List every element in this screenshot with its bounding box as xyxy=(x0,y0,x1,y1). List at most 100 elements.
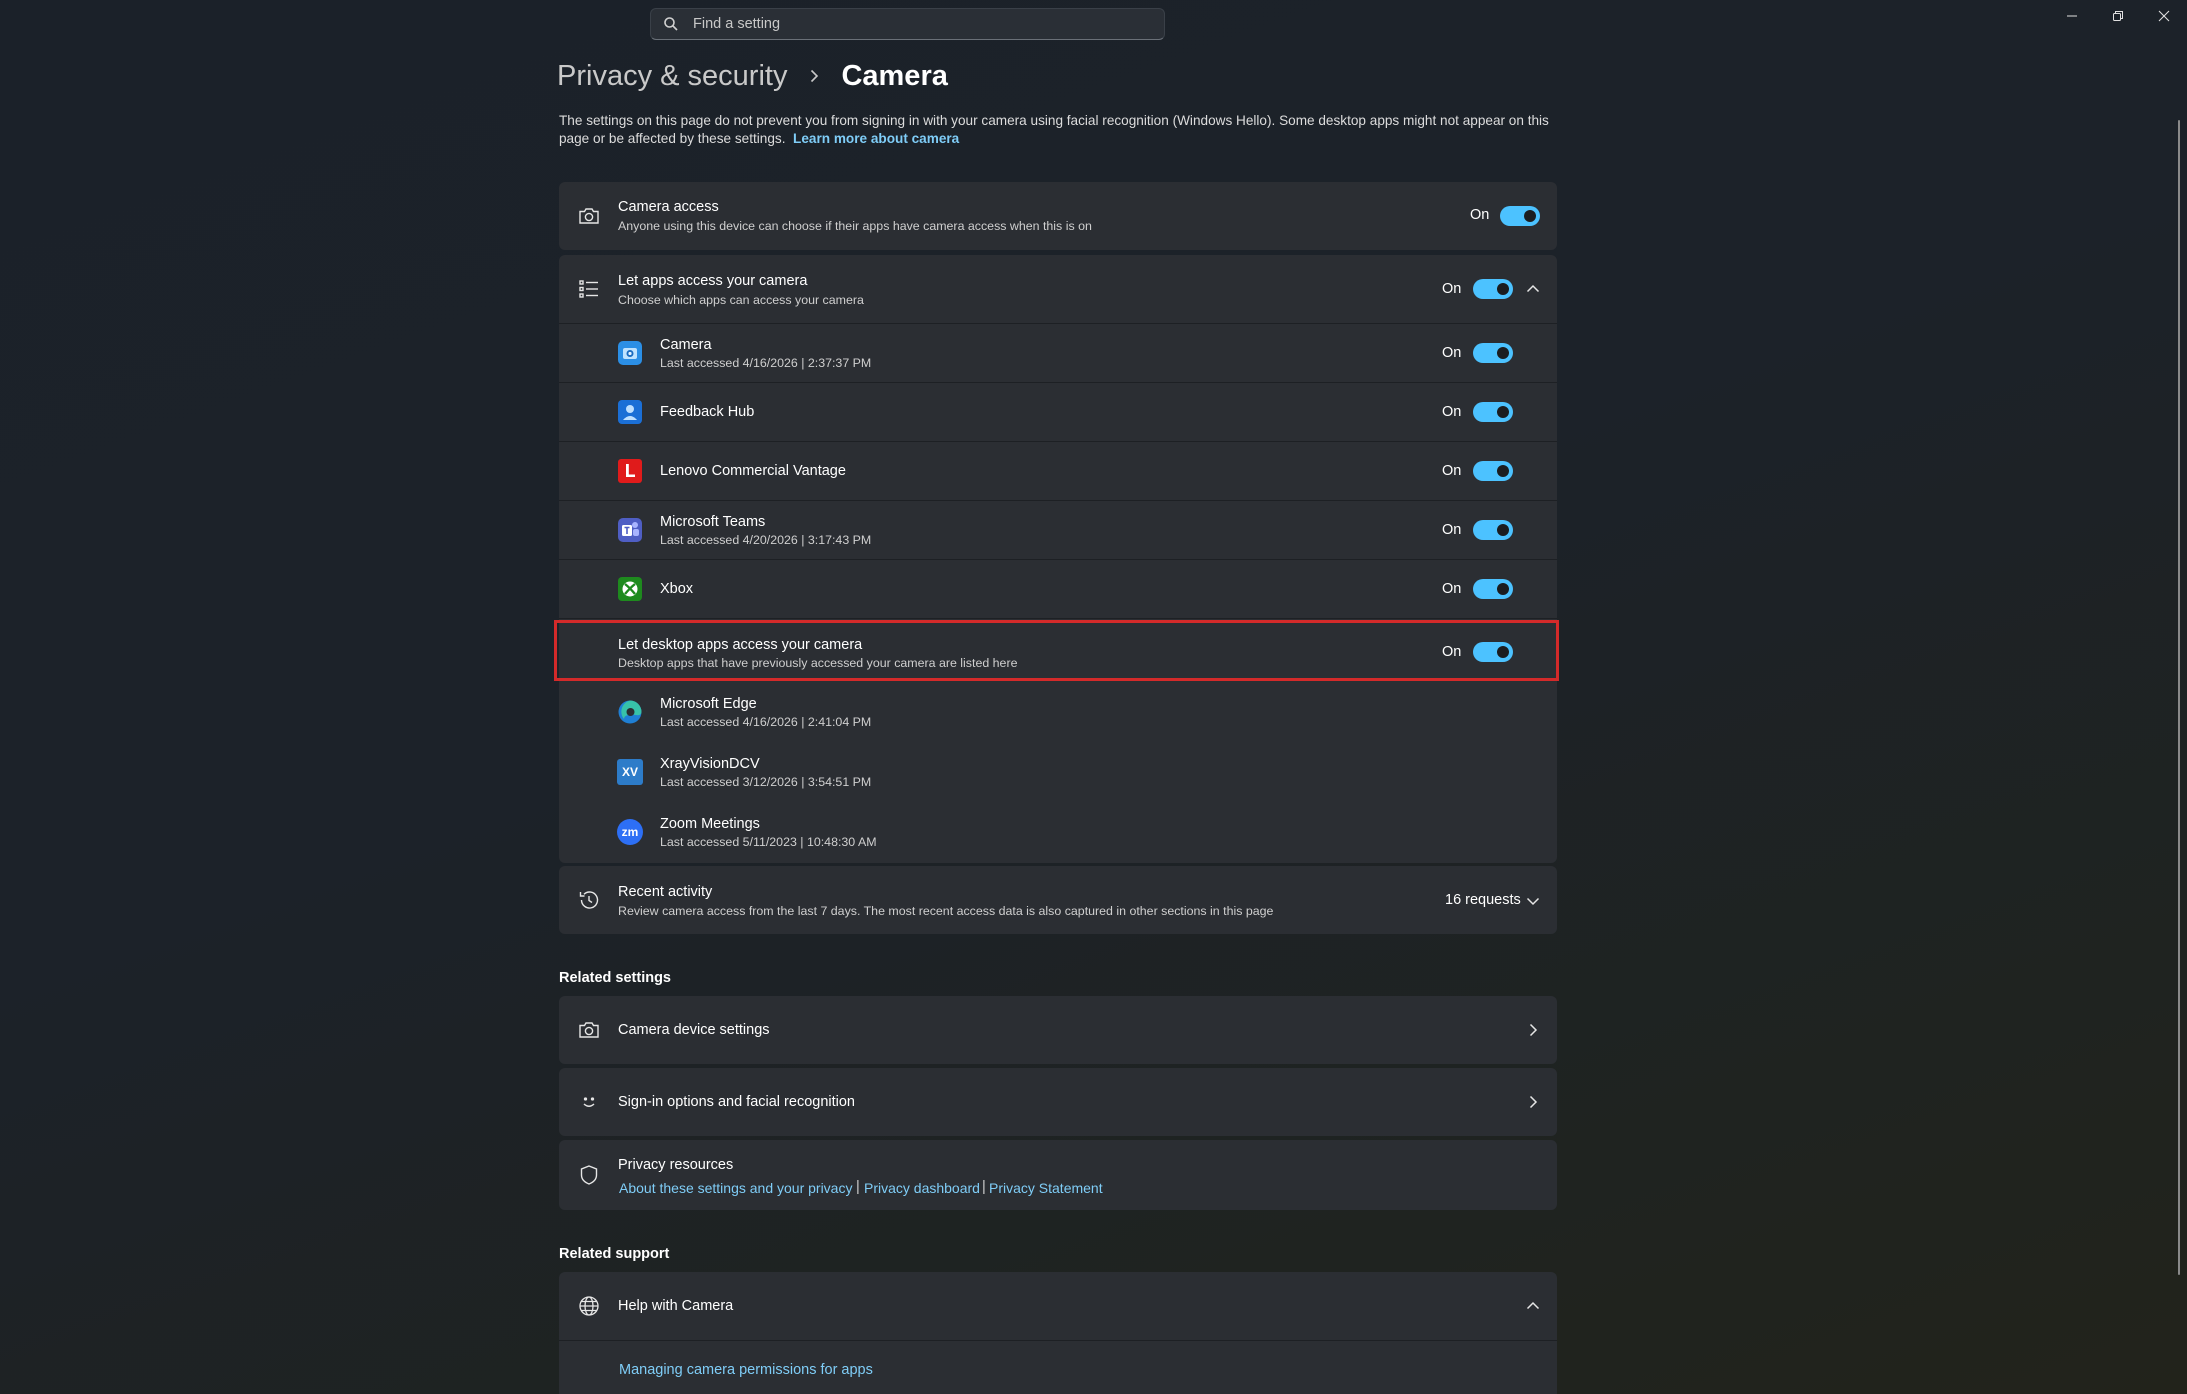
desktop-app-row-zoom: zm Zoom Meetings Last accessed 5/11/2023… xyxy=(559,803,1557,861)
xbox-icon xyxy=(618,577,642,601)
privacy-dashboard-link[interactable]: Privacy dashboard xyxy=(864,1180,980,1196)
globe-icon xyxy=(579,1296,599,1316)
teams-icon xyxy=(618,518,642,542)
intro-text: The settings on this page do not prevent… xyxy=(559,112,1559,148)
chevron-right-icon xyxy=(807,69,821,83)
edge-icon xyxy=(618,700,642,724)
app-name: Lenovo Commercial Vantage xyxy=(660,463,846,479)
face-icon xyxy=(583,1097,595,1107)
desktop-app-row-xrayvision: XV XrayVisionDCV Last accessed 3/12/2026… xyxy=(559,743,1557,801)
app-state: On xyxy=(1442,522,1462,538)
chevron-right-icon xyxy=(1529,1023,1538,1037)
breadcrumb: Privacy & security Camera xyxy=(557,56,948,96)
search-icon xyxy=(664,17,678,31)
camera-access-card: Camera access Anyone using this device c… xyxy=(559,182,1557,250)
chevron-down-icon[interactable] xyxy=(1525,893,1541,909)
restore-icon xyxy=(2113,11,2123,21)
app-access-card: Let apps access your camera Choose which… xyxy=(559,255,1557,863)
let-apps-title: Let apps access your camera xyxy=(618,273,808,289)
xbox-toggle[interactable] xyxy=(1473,579,1513,599)
scrollbar[interactable] xyxy=(2178,120,2180,1275)
chevron-up-icon[interactable] xyxy=(1525,281,1541,297)
breadcrumb-parent[interactable]: Privacy & security xyxy=(557,60,787,93)
minimize-button[interactable] xyxy=(2049,0,2095,32)
app-name: Xbox xyxy=(660,581,694,597)
help-with-camera-title: Help with Camera xyxy=(618,1298,734,1314)
app-row-teams: Microsoft Teams Last accessed 4/20/2026 … xyxy=(559,501,1557,559)
app-name: Microsoft Teams xyxy=(660,514,766,530)
app-last-accessed: Last accessed 5/11/2023 | 10:48:30 AM xyxy=(660,835,877,849)
related-support-heading: Related support xyxy=(559,1246,670,1262)
intro-description: The settings on this page do not prevent… xyxy=(559,113,1549,146)
desktop-apps-title: Let desktop apps access your camera xyxy=(618,637,863,653)
close-icon xyxy=(2158,10,2170,22)
page-title: Camera xyxy=(841,59,948,92)
desktop-apps-state: On xyxy=(1442,644,1462,660)
let-apps-toggle[interactable] xyxy=(1473,279,1513,299)
search-input[interactable] xyxy=(691,15,1164,33)
help-with-camera-card: Help with Camera Managing camera permiss… xyxy=(559,1272,1557,1394)
app-name: Microsoft Edge xyxy=(660,696,757,712)
app-name: Feedback Hub xyxy=(660,404,755,420)
camera-device-settings-link[interactable]: Camera device settings xyxy=(559,996,1557,1064)
recent-activity-card[interactable]: Recent activity Review camera access fro… xyxy=(559,866,1557,934)
close-button[interactable] xyxy=(2141,0,2187,32)
sign-in-options-label: Sign-in options and facial recognition xyxy=(618,1094,855,1110)
let-apps-access-row[interactable]: Let apps access your camera Choose which… xyxy=(559,255,1557,323)
chevron-up-icon[interactable] xyxy=(1525,1298,1541,1314)
camera-app-toggle[interactable] xyxy=(1473,343,1513,363)
managing-camera-permissions-link[interactable]: Managing camera permissions for apps xyxy=(619,1362,873,1378)
privacy-resources-title: Privacy resources xyxy=(618,1157,734,1173)
app-name: Zoom Meetings xyxy=(660,816,760,832)
recent-activity-description: Review camera access from the last 7 day… xyxy=(618,904,1274,918)
camera-icon xyxy=(579,208,599,224)
app-row-feedback-hub: Feedback Hub On xyxy=(559,383,1557,441)
shield-icon xyxy=(580,1165,598,1185)
app-last-accessed: Last accessed 4/20/2026 | 3:17:43 PM xyxy=(660,533,872,547)
privacy-statement-link[interactable]: Privacy Statement xyxy=(989,1180,1103,1196)
feedback-hub-toggle[interactable] xyxy=(1473,402,1513,422)
sign-in-options-link[interactable]: Sign-in options and facial recognition xyxy=(559,1068,1557,1136)
let-desktop-apps-row: Let desktop apps access your camera Desk… xyxy=(559,623,1557,681)
let-apps-description: Choose which apps can access your camera xyxy=(618,293,864,307)
app-state: On xyxy=(1442,581,1462,597)
recent-activity-title: Recent activity xyxy=(618,884,713,900)
feedback-hub-icon xyxy=(618,400,642,424)
desktop-apps-description: Desktop apps that have previously access… xyxy=(618,656,1018,670)
camera-access-title: Camera access xyxy=(618,199,719,215)
search-box[interactable] xyxy=(650,8,1165,40)
chevron-right-icon xyxy=(1529,1095,1538,1109)
lenovo-vantage-toggle[interactable] xyxy=(1473,461,1513,481)
camera-access-toggle[interactable] xyxy=(1500,206,1540,226)
app-last-accessed: Last accessed 3/12/2026 | 3:54:51 PM xyxy=(660,775,872,789)
about-privacy-link[interactable]: About these settings and your privacy xyxy=(619,1180,852,1196)
xrayvision-icon: XV xyxy=(617,759,643,785)
desktop-app-row-edge: Microsoft Edge Last accessed 4/16/2026 |… xyxy=(559,683,1557,741)
app-state: On xyxy=(1442,404,1462,420)
app-row-lenovo: Lenovo Commercial Vantage On xyxy=(559,442,1557,500)
teams-toggle[interactable] xyxy=(1473,520,1513,540)
let-apps-state: On xyxy=(1442,281,1462,297)
link-separator: | xyxy=(982,1179,986,1195)
camera-access-description: Anyone using this device can choose if t… xyxy=(618,219,1092,233)
lenovo-vantage-icon xyxy=(618,459,642,483)
camera-device-settings-label: Camera device settings xyxy=(618,1022,770,1038)
link-separator: | xyxy=(856,1179,860,1195)
help-with-camera-header[interactable]: Help with Camera xyxy=(559,1272,1557,1340)
app-name: Camera xyxy=(660,337,712,353)
camera-access-state: On xyxy=(1470,207,1490,223)
app-state: On xyxy=(1442,345,1462,361)
zoom-icon: zm xyxy=(617,819,643,845)
desktop-apps-toggle[interactable] xyxy=(1473,642,1513,662)
app-row-camera: Camera Last accessed 4/16/2026 | 2:37:37… xyxy=(559,324,1557,382)
app-row-xbox: Xbox On xyxy=(559,560,1557,618)
restore-button[interactable] xyxy=(2095,0,2141,32)
camera-app-icon xyxy=(618,341,642,365)
app-name: XrayVisionDCV xyxy=(660,756,760,772)
app-last-accessed: Last accessed 4/16/2026 | 2:37:37 PM xyxy=(660,356,872,370)
learn-more-link[interactable]: Learn more about camera xyxy=(793,131,959,146)
list-icon xyxy=(579,280,598,298)
recent-activity-count: 16 requests xyxy=(1445,892,1521,908)
related-settings-heading: Related settings xyxy=(559,970,671,986)
privacy-resources-card: Privacy resources About these settings a… xyxy=(559,1140,1557,1210)
